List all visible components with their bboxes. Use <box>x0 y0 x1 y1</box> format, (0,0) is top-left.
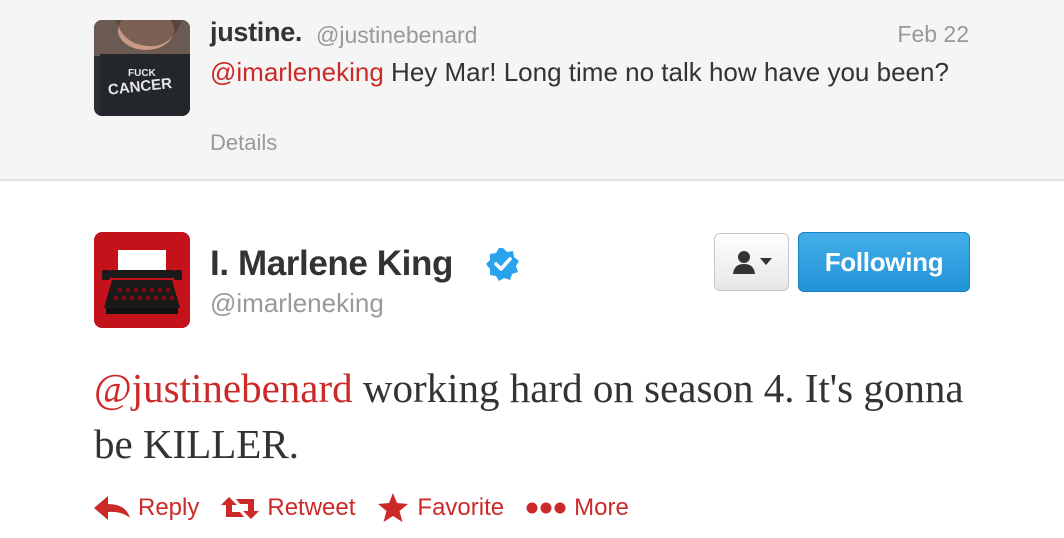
tweet-mention-link[interactable]: @justinebenard <box>94 365 353 411</box>
tweet-actions: Reply Retweet Favorite More <box>94 490 651 526</box>
more-label: More <box>574 494 629 521</box>
user-dropdown-icon <box>732 251 755 274</box>
retweet-icon <box>221 497 260 519</box>
reply-tweet: FUCK CANCER justine. @justinebenard Feb … <box>0 0 1064 181</box>
reply-timestamp[interactable]: Feb 22 <box>897 21 969 48</box>
tweet-body: @justinebenard working hard on season 4.… <box>94 360 994 472</box>
chevron-down-icon <box>759 258 772 265</box>
retweet-label: Retweet <box>267 494 356 521</box>
favorite-action[interactable]: Favorite <box>377 493 504 523</box>
verified-badge-icon <box>486 248 519 281</box>
tweet-author-handle[interactable]: @imarleneking <box>210 288 384 319</box>
reply-author-handle[interactable]: @justinebenard <box>316 22 477 49</box>
reply-body-text: Hey Mar! Long time no talk how have you … <box>383 57 949 87</box>
reply-details-link[interactable]: Details <box>210 130 277 156</box>
more-icon <box>526 502 566 514</box>
tweet-author-name[interactable]: I. Marlene King <box>210 244 453 284</box>
following-button[interactable]: Following <box>798 232 970 292</box>
reply-mention-link[interactable]: @imarleneking <box>210 57 384 87</box>
retweet-action[interactable]: Retweet <box>221 494 355 522</box>
tweet-avatar[interactable] <box>94 232 190 328</box>
user-actions-dropdown[interactable] <box>714 233 789 291</box>
typewriter-icon <box>94 232 190 328</box>
reply-author-name[interactable]: justine. <box>210 17 302 48</box>
favorite-label: Favorite <box>417 494 505 521</box>
reply-label: Reply <box>138 494 200 521</box>
reply-action[interactable]: Reply <box>94 494 199 522</box>
star-icon <box>378 493 409 522</box>
reply-icon <box>94 496 130 520</box>
more-action[interactable]: More <box>526 494 629 522</box>
reply-body: @imarleneking Hey Mar! Long time no talk… <box>210 54 970 90</box>
reply-avatar[interactable]: FUCK CANCER <box>94 20 190 116</box>
